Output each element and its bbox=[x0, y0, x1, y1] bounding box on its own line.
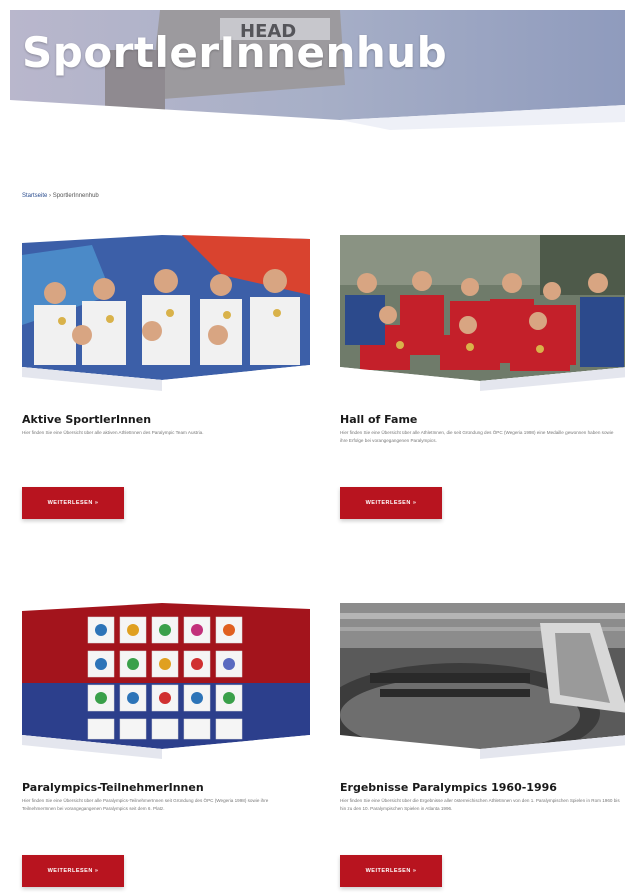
card-description: Hier finden Sie eine Übersicht über die … bbox=[340, 798, 620, 811]
read-more-button[interactable]: WEITERLESEN » bbox=[22, 855, 124, 887]
read-more-button[interactable]: WEITERLESEN » bbox=[22, 487, 124, 519]
card-image-hall-of-fame[interactable] bbox=[340, 235, 625, 395]
card-image-historic-stadium[interactable] bbox=[340, 603, 625, 763]
card-hall-of-fame: Hall of Fame Hier finden Sie eine Übersi… bbox=[340, 235, 625, 519]
card-description: Hier finden Sie eine Übersicht über alle… bbox=[22, 430, 204, 435]
breadcrumb-home-link[interactable]: Startseite bbox=[22, 193, 47, 199]
breadcrumb-current: SportlerInnenhub bbox=[52, 193, 99, 199]
card-aktive-sportlerinnen: Aktive SportlerInnen Hier finden Sie ein… bbox=[22, 235, 312, 519]
card-description: Hier finden Sie eine Übersicht über alle… bbox=[340, 430, 614, 443]
breadcrumb: Startseite › SportlerInnenhub bbox=[22, 193, 99, 199]
read-more-button[interactable]: WEITERLESEN » bbox=[340, 855, 442, 887]
read-more-button[interactable]: WEITERLESEN » bbox=[340, 487, 442, 519]
card-title: Aktive SportlerInnen bbox=[22, 413, 152, 426]
card-title: Paralympics-TeilnehmerInnen bbox=[22, 781, 204, 794]
page-title: SportlerInnenhub bbox=[22, 28, 448, 77]
card-title: Ergebnisse Paralympics 1960-1996 bbox=[340, 781, 557, 794]
card-image-athletes[interactable] bbox=[22, 235, 310, 395]
card-description: Hier finden Sie eine Übersicht über alle… bbox=[22, 798, 269, 811]
card-paralympics-teilnehmerinnen: Paralympics-TeilnehmerInnen Hier finden … bbox=[22, 603, 312, 887]
card-title: Hall of Fame bbox=[340, 413, 418, 426]
card-image-paralympics-emblems[interactable] bbox=[22, 603, 310, 763]
card-ergebnisse-paralympics: Ergebnisse Paralympics 1960-1996 Hier fi… bbox=[340, 603, 625, 887]
hero-banner: HEAD SportlerInnenhub bbox=[10, 10, 625, 130]
